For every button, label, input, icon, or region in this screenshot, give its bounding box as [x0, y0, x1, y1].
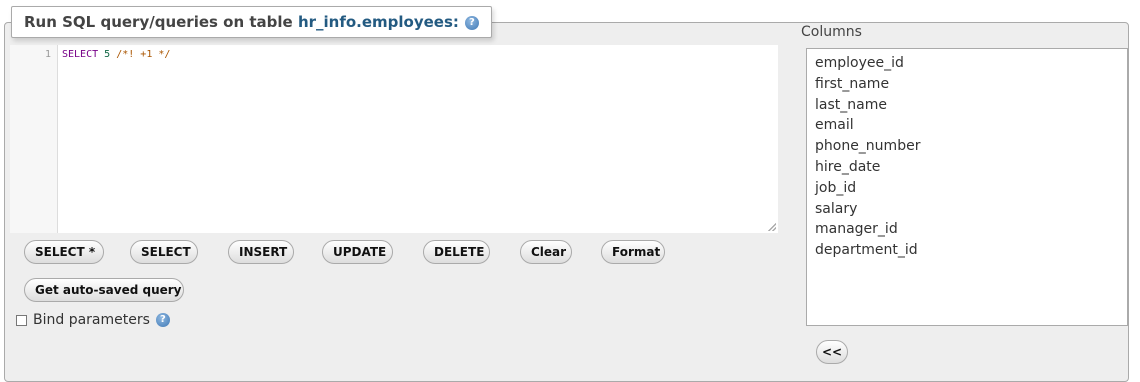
table-name-link[interactable]: hr_info.employees:: [298, 13, 459, 31]
insert-column-button[interactable]: <<: [816, 340, 848, 364]
insert-button[interactable]: INSERT: [228, 240, 294, 264]
line-number-gutter: 1: [10, 45, 58, 233]
column-option[interactable]: phone_number: [815, 136, 1119, 157]
help-icon[interactable]: ?: [464, 15, 479, 30]
update-button[interactable]: UPDATE: [322, 240, 393, 264]
bind-parameters-checkbox[interactable]: [16, 314, 27, 326]
delete-button[interactable]: DELETE: [423, 240, 490, 264]
sql-number: 5: [104, 49, 111, 60]
format-button[interactable]: Format: [601, 240, 665, 264]
sql-keyword: SELECT: [62, 49, 99, 60]
column-option[interactable]: job_id: [815, 178, 1119, 199]
panel-title-prefix: Run SQL query/queries on table: [24, 13, 298, 31]
column-option[interactable]: manager_id: [815, 219, 1119, 240]
select-button[interactable]: SELECT: [130, 240, 198, 264]
column-option[interactable]: email: [815, 115, 1119, 136]
columns-list[interactable]: employee_id first_name last_name email p…: [806, 48, 1128, 326]
columns-title: Columns: [801, 24, 862, 40]
sql-comment: /*! +1 */: [116, 49, 171, 60]
column-option[interactable]: last_name: [815, 95, 1119, 116]
resize-handle-icon[interactable]: [768, 223, 776, 231]
column-option[interactable]: hire_date: [815, 157, 1119, 178]
column-option[interactable]: employee_id: [815, 53, 1119, 74]
code-line[interactable]: SELECT 5 /*! +1 */: [62, 49, 170, 60]
panel-title: Run SQL query/queries on table hr_info.e…: [11, 6, 492, 38]
bind-parameters-label[interactable]: Bind parameters: [33, 312, 150, 328]
column-option[interactable]: department_id: [815, 240, 1119, 261]
help-icon[interactable]: ?: [155, 313, 170, 327]
get-auto-saved-query-button[interactable]: Get auto-saved query: [24, 278, 184, 302]
clear-button[interactable]: Clear: [520, 240, 572, 264]
column-option[interactable]: first_name: [815, 74, 1119, 95]
bind-parameters-row: Bind parameters?: [16, 312, 170, 328]
select-all-button[interactable]: SELECT *: [24, 240, 104, 264]
line-number: 1: [44, 49, 51, 60]
column-option[interactable]: salary: [815, 199, 1119, 220]
sql-editor[interactable]: 1 SELECT 5 /*! +1 */: [10, 45, 778, 233]
